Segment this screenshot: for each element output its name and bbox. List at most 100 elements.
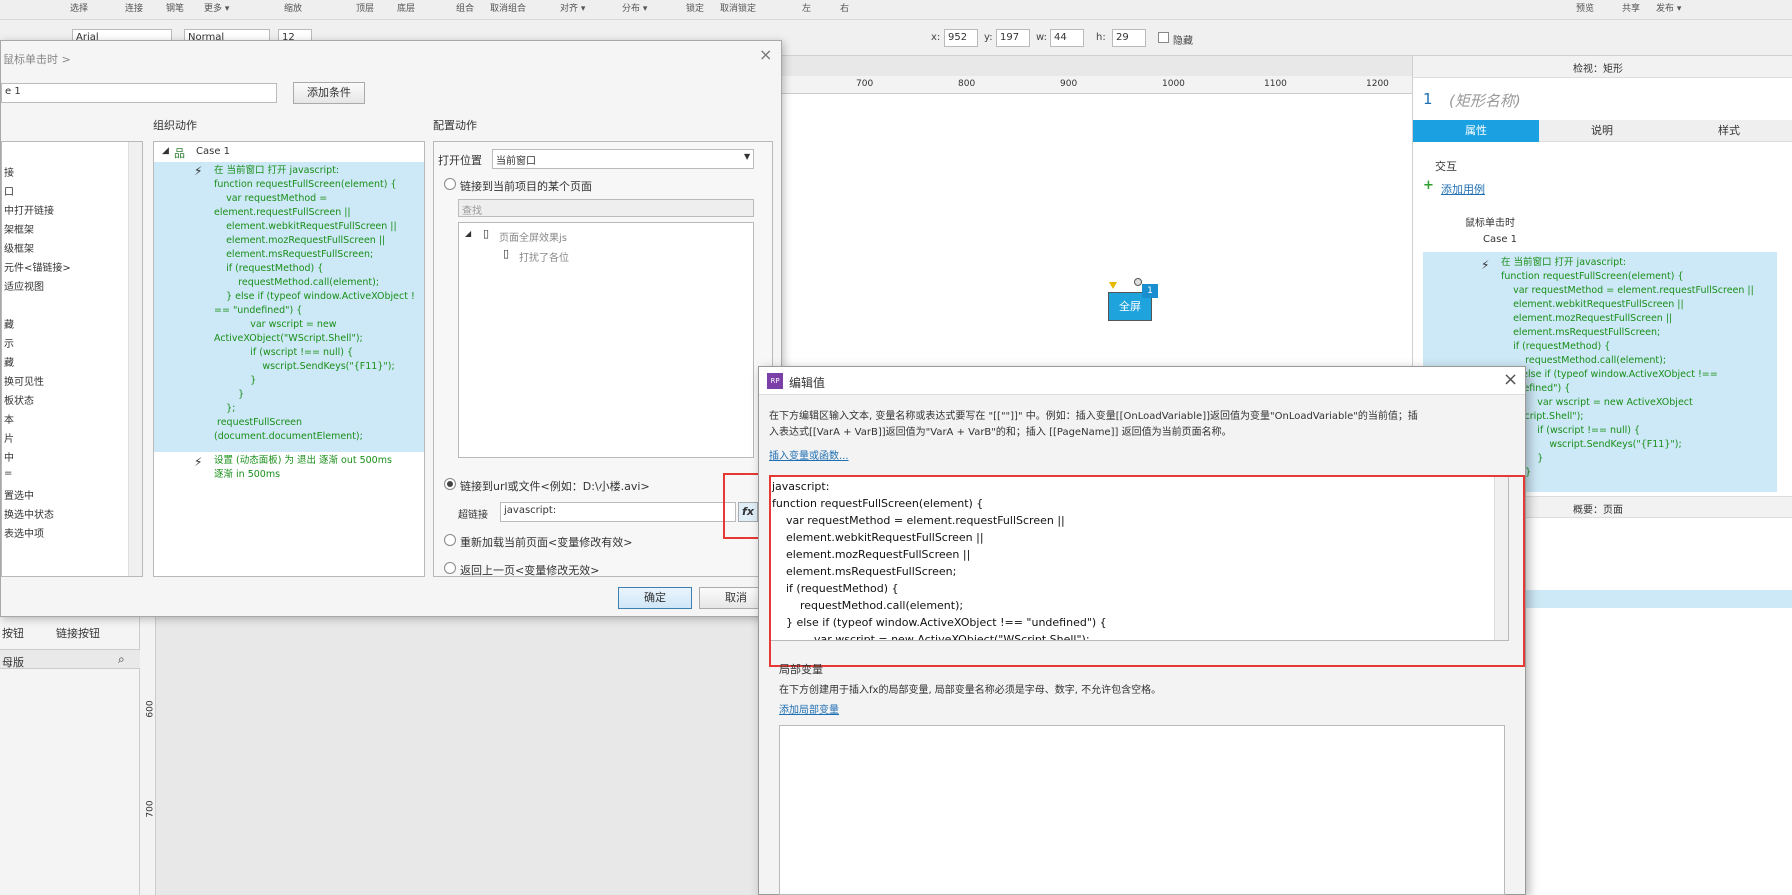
chevron-down-icon: ▼ — [744, 152, 751, 161]
action-list-item[interactable]: 口 — [4, 183, 14, 198]
code-line: } — [214, 375, 257, 386]
ok-button[interactable]: 确定 — [618, 587, 692, 609]
tab-properties[interactable]: 属性 — [1413, 120, 1539, 142]
tab-style[interactable]: 样式 — [1665, 120, 1792, 142]
action-list-item[interactable]: 表选中项 — [4, 525, 44, 540]
tab-notes[interactable]: 说明 — [1539, 120, 1665, 142]
case-label[interactable]: Case 1 — [196, 146, 230, 157]
action-open-link[interactable]: ⚡ 在 当前窗口 打开 javascript: function requestF… — [154, 162, 424, 452]
action-list-item[interactable]: 本 — [4, 411, 14, 426]
tree-page-root[interactable]: 页面全屏效果js — [499, 229, 567, 244]
add-local-variable-link[interactable]: 添加局部变量 — [779, 701, 839, 716]
action-list-item[interactable]: 元件<锚链接> — [4, 259, 71, 274]
code-line: 在 当前窗口 打开 javascript: — [1501, 257, 1627, 268]
collapse-icon[interactable]: ◢ — [465, 229, 471, 238]
local-variables-list[interactable] — [779, 725, 1505, 895]
radio-reload[interactable] — [444, 534, 456, 546]
radio-link-page-label[interactable]: 链接到当前项目的某个页面 — [460, 178, 592, 194]
toolbar-unlock[interactable]: 取消锁定 — [720, 1, 756, 14]
radio-link-url-label[interactable]: 链接到url或文件<例如：D:\小楼.avi> — [460, 478, 650, 494]
edit-value-desc-1: 在下方编辑区输入文本, 变量名称或表达式要写在 "[[""]]" 中。例如：插入… — [769, 411, 1418, 422]
action-list-item[interactable]: 级框架 — [4, 240, 34, 255]
h-label: h: — [1096, 32, 1106, 43]
widget-name-input[interactable]: (矩形名称) — [1449, 90, 1521, 111]
case-1[interactable]: Case 1 — [1483, 234, 1517, 245]
toolbar-pen[interactable]: 钢笔 — [166, 1, 184, 14]
configure-actions-label: 配置动作 — [433, 119, 477, 132]
widget-tab-button[interactable]: 按钮 — [2, 625, 24, 641]
w-input[interactable]: 44 — [1050, 29, 1084, 47]
toolbar-zoom[interactable]: 缩放 — [284, 1, 302, 14]
action-list-scrollbar[interactable] — [128, 142, 142, 576]
action-list-item[interactable]: 中 — [4, 449, 14, 464]
action-list-item[interactable]: 换选中状态 — [4, 506, 54, 521]
action-list-item[interactable]: 板状态 — [4, 392, 34, 407]
toolbar-preview[interactable]: 预览 — [1576, 1, 1594, 14]
action-list-item[interactable]: 藏 — [4, 316, 14, 331]
radio-reload-label[interactable]: 重新加载当前页面<变量修改有效> — [460, 534, 632, 550]
radio-back-label[interactable]: 返回上一页<变量修改无效> — [460, 562, 599, 576]
action-set-panel-text[interactable]: 设置 (动态面板) 为 退出 逐渐 out 500ms 逐渐 in 500ms — [214, 454, 392, 482]
close-icon[interactable]: × — [1503, 369, 1518, 390]
code-line: }; — [214, 403, 236, 414]
event-on-click[interactable]: 鼠标单击时 — [1465, 214, 1515, 229]
collapse-icon[interactable]: ◢ — [162, 146, 169, 156]
open-in-select[interactable]: 当前窗口 — [492, 149, 754, 169]
toolbar-select[interactable]: 选择 — [70, 1, 88, 14]
page-icon: ▯ — [503, 247, 510, 260]
toolbar-distribute[interactable]: 分布 ▾ — [622, 1, 647, 14]
ruler-tick: 900 — [1060, 79, 1078, 89]
radio-back[interactable] — [444, 562, 456, 574]
code-line: function requestFullScreen(element) { — [214, 179, 397, 190]
w-label: w: — [1036, 32, 1048, 43]
toolbar-back[interactable]: 底层 — [397, 1, 415, 14]
interaction-section-title[interactable]: 交互 — [1435, 158, 1457, 174]
add-case-link[interactable]: 添加用例 — [1441, 181, 1485, 197]
organize-actions-pane: ◢ 品 Case 1 ⚡ 在 当前窗口 打开 javascript: functi… — [153, 141, 425, 577]
toolbar-connect[interactable]: 连接 — [125, 1, 143, 14]
toolbar-more[interactable]: 更多 ▾ — [204, 1, 229, 14]
hide-label: 隐藏 — [1173, 36, 1193, 47]
toolbar-group[interactable]: 组合 — [456, 1, 474, 14]
h-input[interactable]: 29 — [1112, 29, 1146, 47]
action-list-item[interactable]: 置选中 — [4, 487, 34, 502]
toolbar-right[interactable]: 右 — [840, 1, 849, 14]
corner-radius-handle[interactable] — [1109, 282, 1117, 289]
add-condition-button[interactable]: 添加条件 — [293, 82, 365, 104]
action-list-item[interactable]: 换可见性 — [4, 373, 44, 388]
toolbar-ungroup[interactable]: 取消组合 — [490, 1, 526, 14]
editor-highlight-box — [769, 475, 1525, 667]
action-list-item[interactable]: 藏 — [4, 354, 14, 369]
toolbar-front[interactable]: 顶层 — [356, 1, 374, 14]
widget-tab-link-button[interactable]: 链接按钮 — [56, 625, 100, 641]
case-name-input[interactable]: e 1 — [1, 83, 277, 103]
action-list-item[interactable]: 接 — [4, 164, 14, 179]
action-list-item[interactable]: = — [4, 468, 12, 479]
toolbar-left[interactable]: 左 — [802, 1, 811, 14]
radio-link-url[interactable] — [444, 478, 456, 490]
code-line: element.requestFullScreen || — [214, 207, 351, 218]
toolbar-lock[interactable]: 锁定 — [686, 1, 704, 14]
y-input[interactable]: 197 — [996, 29, 1030, 47]
hide-checkbox[interactable] — [1158, 32, 1169, 43]
rotate-handle[interactable] — [1134, 278, 1142, 286]
page-search-input[interactable]: 查找 — [458, 199, 754, 217]
toolbar-align[interactable]: 对齐 ▾ — [560, 1, 585, 14]
code-line: function requestFullScreen(element) { — [1501, 271, 1684, 282]
toolbar-publish[interactable]: 发布 ▾ — [1656, 1, 1681, 14]
action-list-item[interactable]: 中打开链接 — [4, 202, 54, 217]
action-list-item[interactable]: 片 — [4, 430, 14, 445]
action-list-item[interactable]: 示 — [4, 335, 14, 350]
hyperlink-input[interactable]: javascript: — [500, 502, 736, 522]
action-list-item[interactable]: 适应视图 — [4, 278, 44, 293]
radio-link-page[interactable] — [444, 178, 456, 190]
toolbar-share[interactable]: 共享 — [1622, 1, 1640, 14]
action-list-item[interactable]: 架框架 — [4, 221, 34, 236]
code-line: ("WScript.Shell"); — [1501, 411, 1584, 422]
close-icon[interactable]: × — [759, 45, 772, 64]
search-icon[interactable]: ⌕ — [118, 652, 125, 667]
ruler-tick: 600 — [145, 700, 156, 718]
insert-variable-link[interactable]: 插入变量或函数... — [769, 447, 849, 462]
tree-page-child[interactable]: 打扰了各位 — [519, 249, 569, 264]
x-input[interactable]: 952 — [944, 29, 978, 47]
